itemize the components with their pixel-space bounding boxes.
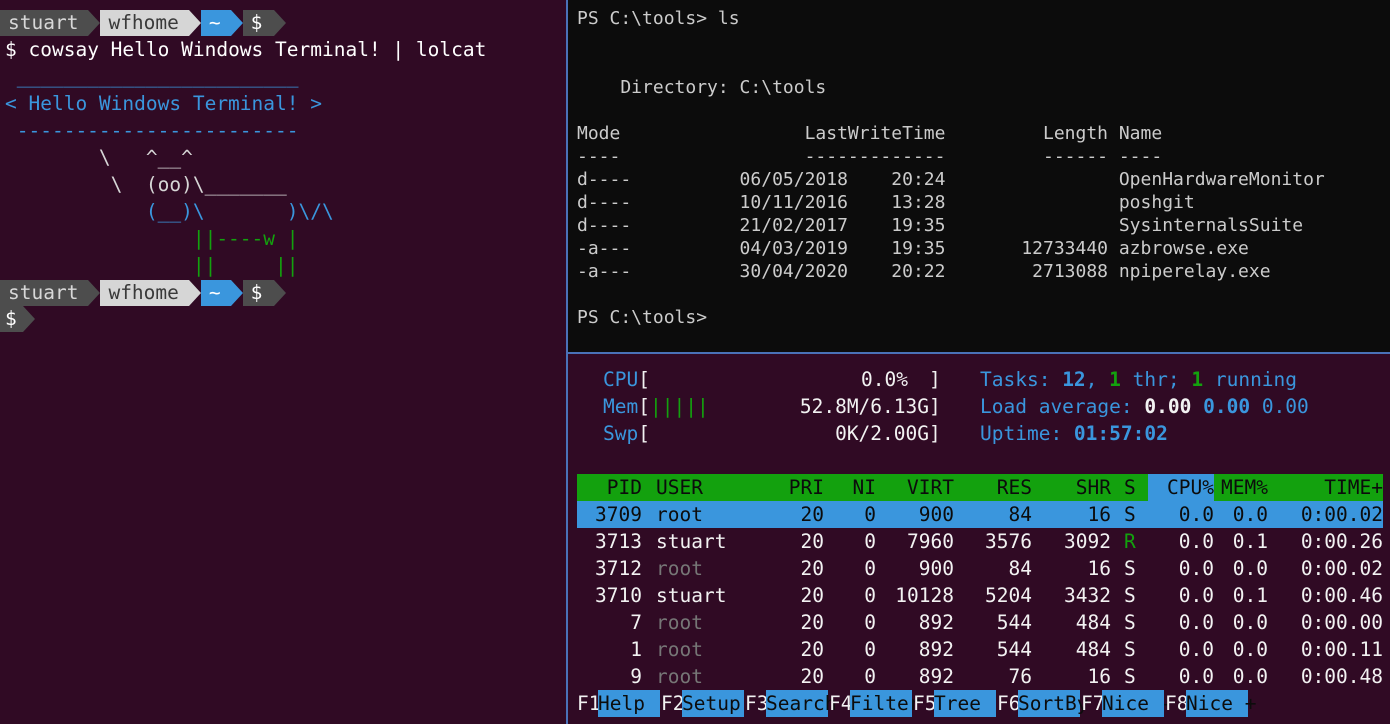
prompt-dir: ~ [208,11,221,34]
cowsay-line: || || [5,254,299,277]
prompt-dir-segment: ~ [200,10,243,36]
prompt-host: wfhome [108,11,179,34]
fkey-label-f3[interactable]: Search [766,690,836,717]
cowsay-line: ||----w | [5,227,299,250]
prompt-host: wfhome [108,281,179,304]
powershell-line: d---- 21/02/2017 19:35 SysinternalsSuite [577,215,1304,236]
load-15min: 0.00 [1261,395,1309,418]
cowsay-line: \ (oo)\_______ [5,173,287,196]
fkey-f8[interactable]: F8 [1165,690,1188,717]
powerline-prompt-2: stuart wfhome ~ $ [0,280,287,306]
cowsay-line: \ ^__^ [5,146,193,169]
fkey-label-f6[interactable]: SortBy [1018,690,1088,717]
fkey-f1[interactable]: F1 [577,690,600,717]
mem-value: 52.8M/6.13G [799,395,929,418]
htop-pane[interactable]: CPU[ 0.0% ] Mem[||||| 52.8M/6.13G ] Swp[… [568,354,1390,724]
prompt-host-segment: wfhome [100,10,201,36]
tasks-running: 1 [1191,368,1204,391]
tasks-count: 12 [1062,368,1086,391]
fkey-label-f5[interactable]: Tree [934,690,996,717]
prompt-dir-segment: ~ [200,280,243,306]
prompt-user-segment: stuart [0,10,101,36]
cowsay-line: ________________________ [5,65,299,88]
swp-value: 0K/2.00G [835,422,929,445]
fkey-label-f4[interactable]: Filter [850,690,920,717]
tasks-running-label: running [1203,368,1298,391]
cowsay-line: (__)\ )\/\ [5,200,334,223]
powershell-line: PS C:\tools> [577,307,708,328]
fkey-label-f8[interactable]: Nice + [1186,690,1256,717]
cursor-prompt: $ [0,306,35,332]
load-label: Load average: [980,395,1145,418]
uptime-meter: Uptime: 01:57:02 [980,420,1168,447]
prompt-user-segment: stuart [0,280,101,306]
cowsay-line: < Hello Windows Terminal! > [5,92,322,115]
fkey-f4[interactable]: F4 [829,690,852,717]
fkey-f6[interactable]: F6 [997,690,1020,717]
cursor-prompt-segment: $ [0,306,35,332]
command-text: cowsay Hello Windows Terminal! | lolcat [16,38,487,61]
powershell-line: -a--- 04/03/2019 19:35 12733440 azbrowse… [577,238,1249,259]
prompt-host-segment: wfhome [100,280,201,306]
cowsay-line: ------------------------ [5,119,299,142]
powershell-line: Directory: C:\tools [577,77,827,98]
cell-time: 0:00.00 [1300,611,1383,634]
fkey-f2[interactable]: F2 [661,690,684,717]
uptime-value: 01:57:02 [1073,422,1168,445]
cursor-prompt-symbol: $ [5,307,17,330]
tasks-separator: , [1085,368,1110,391]
tasks-threads: 1 [1109,368,1121,391]
powershell-pane[interactable]: PS C:\tools> ls Directory: C:\tools Mode … [568,0,1390,352]
cell-time: 0:00.11 [1300,638,1383,661]
powershell-line: d---- 06/05/2018 20:24 OpenHardwareMonit… [577,169,1325,190]
prompt-user: stuart [8,281,79,304]
fkey-f3[interactable]: F3 [745,690,768,717]
command-line: $ cowsay Hello Windows Terminal! | lolca… [5,36,486,63]
cell-time: 0:00.46 [1300,584,1383,607]
cell-time: 0:00.48 [1300,665,1383,688]
fkey-label-f1[interactable]: Help [598,690,660,717]
fkey-label-f2[interactable]: Setup [682,690,744,717]
powershell-line: -a--- 30/04/2020 20:22 2713088 npiperela… [577,261,1271,282]
prompt-symbol-segment: $ [242,10,287,36]
powershell-line: PS C:\tools> ls [577,8,740,29]
fkey-label-f7[interactable]: Nice - [1102,690,1172,717]
prompt-symbol: $ [250,281,263,304]
prompt-dir: ~ [208,281,221,304]
prompt-symbol-segment: $ [242,280,287,306]
tasks-threads-label: thr; [1120,368,1192,391]
uptime-label: Uptime: [980,422,1074,445]
cpu-bracket-close: ] [929,368,941,391]
cell-time: 0:00.02 [1300,503,1383,526]
mem-bracket-close: ] [929,395,941,418]
prompt-symbol: $ [250,11,263,34]
swp-bracket-close: ] [929,422,941,445]
cpu-value: 0.0% [861,368,908,391]
tasks-meter: Tasks: 12, 1 thr; 1 running [980,366,1297,393]
load-average-meter: Load average: 0.00 0.00 0.00 [980,393,1309,420]
fkey-f7[interactable]: F7 [1081,690,1104,717]
load-5min: 0.00 [1203,395,1251,418]
cell-time: 0:00.02 [1300,557,1383,580]
cell-time: 0:00.26 [1300,530,1383,553]
fkey-f5[interactable]: F5 [913,690,936,717]
column-header-time[interactable]: TIME+ [568,474,1383,501]
powershell-line: ---- ------------- ------ ---- [577,146,1163,167]
tasks-label: Tasks: [980,368,1063,391]
prompt-user: stuart [8,11,79,34]
command-prefix: $ [5,38,17,61]
load-1min: 0.00 [1144,395,1192,418]
powerline-prompt: stuart wfhome ~ $ [0,10,287,36]
left-terminal-pane[interactable]: stuart wfhome ~ $ $ cowsay Hello Windows… [0,0,566,724]
powershell-line: d---- 10/11/2016 13:28 poshgit [577,192,1195,213]
powershell-line: Mode LastWriteTime Length Name [577,123,1163,144]
